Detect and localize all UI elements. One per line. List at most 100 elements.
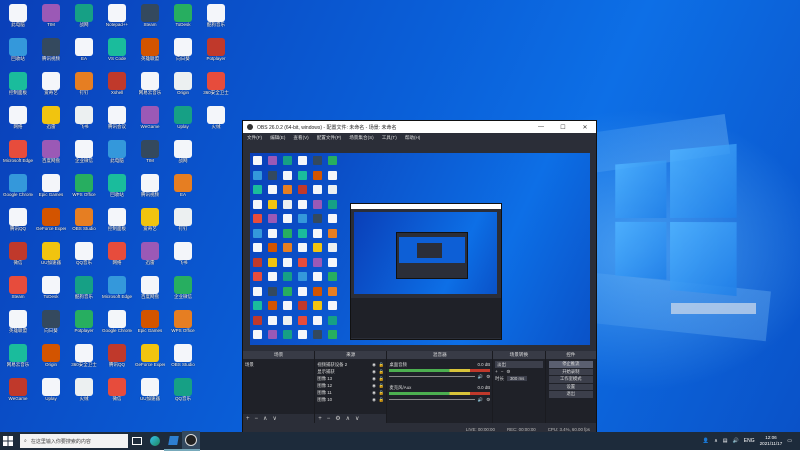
menu-help[interactable]: 帮助(H)	[405, 135, 421, 141]
desktop-icon[interactable]: 火绒	[69, 376, 99, 410]
menu-scene-collection[interactable]: 场景集合(S)	[349, 135, 374, 141]
desktop-icon[interactable]: 网络	[3, 104, 33, 138]
search-input[interactable]: 在这里输入你要搜索的内容	[31, 438, 91, 445]
menu-file[interactable]: 文件(F)	[247, 135, 262, 141]
eye-icon[interactable]: ◉	[372, 390, 376, 396]
source-item[interactable]: 图像 11 ◉ 🔒	[317, 389, 384, 396]
lock-icon[interactable]: 🔒	[379, 397, 384, 403]
edge-taskbar-icon[interactable]	[146, 432, 164, 450]
speaker-icon[interactable]: 🔊	[478, 397, 483, 403]
eye-icon[interactable]: ◉	[372, 369, 376, 375]
desktop-icon[interactable]: ToDesk	[168, 2, 198, 36]
desktop-icon[interactable]: 企业微信	[69, 138, 99, 172]
desktop-icon[interactable]: UU加速器	[36, 240, 66, 274]
desktop-icon[interactable]: EA	[69, 36, 99, 70]
chevron-up-icon[interactable]: ∧	[714, 438, 718, 444]
scene-item[interactable]: 场景	[245, 361, 312, 368]
desktop-icon[interactable]: OBS Studio	[168, 342, 198, 376]
lock-icon[interactable]: 🔒	[379, 383, 384, 389]
move-down-icon[interactable]: ∨	[355, 415, 359, 422]
desktop-icon[interactable]: 此电脑	[102, 138, 132, 172]
task-view-icon[interactable]	[128, 432, 146, 450]
desktop-icon[interactable]: 战网	[168, 138, 198, 172]
move-down-icon[interactable]: ∨	[272, 415, 276, 422]
duration-input[interactable]: 300 ms	[506, 376, 528, 381]
eye-icon[interactable]: ◉	[372, 397, 376, 403]
desktop-icon[interactable]: 迅雷	[135, 240, 165, 274]
lock-icon[interactable]: 🔒	[379, 390, 384, 396]
source-item[interactable]: 图像 12 ◉ 🔒	[317, 382, 384, 389]
desktop-icon[interactable]: 360安全卫士	[69, 342, 99, 376]
desktop-icon[interactable]: 控制面板	[3, 70, 33, 104]
taskbar-search[interactable]: ⌕ 在这里输入你要搜索的内容	[20, 434, 128, 448]
obs-preview[interactable]	[250, 153, 590, 345]
stop-streaming-button[interactable]: 停止推流	[548, 361, 593, 368]
volume-slider[interactable]	[389, 399, 475, 400]
desktop-icon[interactable]: QQ音乐	[69, 240, 99, 274]
remove-transition-icon[interactable]: −	[501, 369, 504, 374]
add-source-icon[interactable]: +	[318, 416, 322, 422]
desktop-icon[interactable]: 钉钉	[168, 206, 198, 240]
desktop-icon[interactable]: Xshell	[102, 70, 132, 104]
desktop-icon[interactable]: UU加速器	[135, 376, 165, 410]
desktop-icon[interactable]: WeGame	[135, 104, 165, 138]
desktop-icon[interactable]: 网易云音乐	[3, 342, 33, 376]
source-item[interactable]: 显示捕获 ◉ 🔒	[317, 368, 384, 375]
network-icon[interactable]: ▤	[723, 438, 728, 444]
source-item[interactable]: 图像 10 ◉ 🔒	[317, 396, 384, 403]
desktop-icon[interactable]: 腾讯视频	[135, 172, 165, 206]
desktop-icon[interactable]: 酷狗音乐	[69, 274, 99, 308]
desktop-icon[interactable]: 微信	[102, 376, 132, 410]
desktop-icon[interactable]: GeForce Experience	[135, 342, 165, 376]
desktop-icon[interactable]: 英雄联盟	[3, 308, 33, 342]
add-transition-icon[interactable]: +	[495, 369, 498, 374]
speaker-icon[interactable]: 🔊	[478, 374, 483, 380]
obs-titlebar[interactable]: OBS 26.0.2 (64-bit, windows) - 配置文件: 未命名…	[243, 121, 596, 133]
eye-icon[interactable]: ◉	[372, 362, 376, 368]
start-recording-button[interactable]: 开始录制	[548, 368, 593, 375]
exit-button[interactable]: 退出	[548, 391, 593, 398]
desktop-icon[interactable]: ToDesk	[36, 274, 66, 308]
desktop-icon[interactable]: 酷狗音乐	[201, 2, 231, 36]
minimize-button[interactable]: —	[530, 124, 552, 131]
gear-icon[interactable]: ⚙	[486, 374, 490, 380]
menu-edit[interactable]: 编辑(E)	[270, 135, 285, 141]
menu-view[interactable]: 查看(V)	[293, 135, 308, 141]
desktop-icon[interactable]: 腾讯QQ	[102, 342, 132, 376]
desktop-icon[interactable]: 百度网盘	[135, 274, 165, 308]
desktop-icon[interactable]: Potplayer	[201, 36, 231, 70]
lock-icon[interactable]: 🔒	[379, 362, 384, 368]
maximize-button[interactable]: ☐	[552, 124, 574, 131]
desktop-icon[interactable]: 回收站	[102, 172, 132, 206]
desktop-icon[interactable]: 爱奇艺	[135, 206, 165, 240]
desktop-icon[interactable]: WPS Office	[69, 172, 99, 206]
desktop-icon[interactable]: 迅雷	[36, 104, 66, 138]
start-button[interactable]	[0, 432, 16, 450]
source-item[interactable]: 视频捕获设备 2 ◉ 🔒	[317, 361, 384, 368]
desktop-icon[interactable]: 向日葵	[168, 36, 198, 70]
menu-tools[interactable]: 工具(T)	[382, 135, 397, 141]
desktop-icon[interactable]: 企业微信	[168, 274, 198, 308]
eye-icon[interactable]: ◉	[372, 376, 376, 382]
desktop-icon[interactable]: 网易云音乐	[135, 70, 165, 104]
input-language[interactable]: ENG	[744, 438, 755, 444]
desktop-icon[interactable]: TIM	[36, 2, 66, 36]
desktop-icon[interactable]: 回收站	[3, 36, 33, 70]
desktop-icon[interactable]: QQ音乐	[168, 376, 198, 410]
gear-icon[interactable]: ⚙	[335, 415, 340, 422]
desktop-icon[interactable]: 此电脑	[3, 2, 33, 36]
desktop-icon[interactable]: Uplay	[36, 376, 66, 410]
desktop-icon[interactable]: 控制面板	[102, 206, 132, 240]
desktop-icon[interactable]: Epic Games	[36, 172, 66, 206]
transition-select[interactable]: 淡出	[495, 361, 543, 368]
obs-taskbar-icon[interactable]	[182, 431, 200, 451]
person-icon[interactable]: 👤	[703, 438, 709, 444]
desktop-icon[interactable]: 火绒	[201, 104, 231, 138]
move-up-icon[interactable]: ∧	[346, 415, 350, 422]
desktop-icon[interactable]: 微信	[3, 240, 33, 274]
source-item[interactable]: 图像 13 ◉ 🔒	[317, 375, 384, 382]
menu-profile[interactable]: 配置文件(P)	[317, 135, 342, 141]
desktop-icon[interactable]: 网络	[102, 240, 132, 274]
gear-icon[interactable]: ⚙	[506, 369, 510, 375]
desktop-icon[interactable]: 腾讯QQ	[3, 206, 33, 240]
